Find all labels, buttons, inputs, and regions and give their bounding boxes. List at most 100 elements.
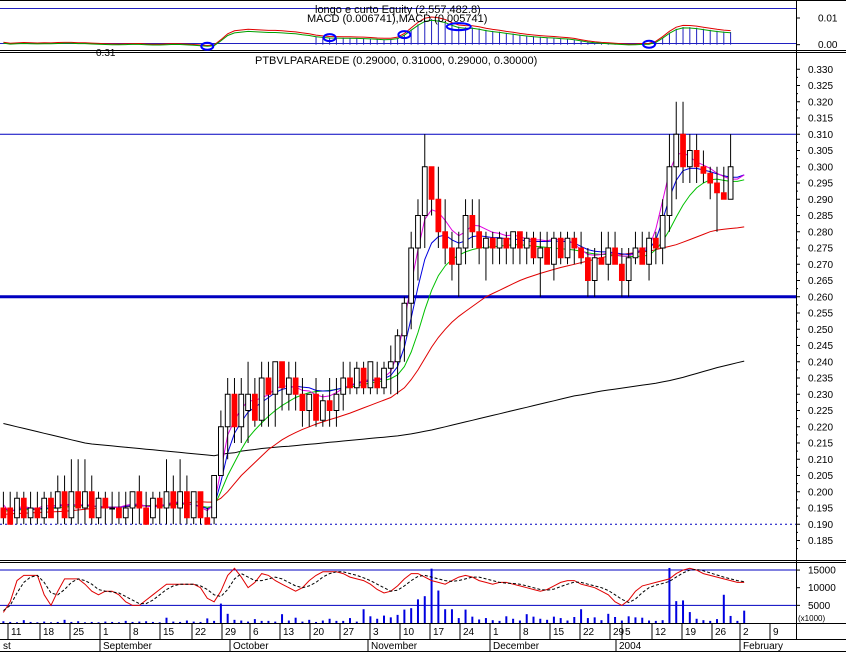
- candle-body: [401, 302, 408, 337]
- price-tick-label: 0.210: [808, 455, 833, 466]
- price-tick-label: 0.285: [808, 211, 833, 222]
- candle: [258, 361, 265, 427]
- candle: [102, 491, 109, 525]
- candle-body: [557, 237, 564, 259]
- candle-body: [476, 231, 483, 249]
- x-day-tick-label: 29: [613, 627, 625, 638]
- price-y-axis: 0.330 0.325 0.320 0.315 0.310 0.305 0.300 0.295…: [796, 65, 833, 550]
- candle: [598, 231, 605, 265]
- candle: [551, 231, 557, 281]
- candle-body: [442, 231, 449, 249]
- x-month-label: 2004: [619, 641, 642, 652]
- x-day-tick-label: 9: [773, 627, 779, 638]
- candle: [129, 491, 136, 525]
- candle: [564, 231, 571, 265]
- candle-body: [20, 497, 27, 519]
- candle: [272, 361, 279, 427]
- x-month-label: February: [743, 641, 783, 652]
- candle: [727, 134, 734, 200]
- price-tick-label: 0.195: [808, 504, 833, 515]
- x-day-tick-label: 5: [625, 627, 631, 638]
- candle-body: [170, 491, 177, 509]
- price-tick-label: 0.275: [808, 244, 833, 255]
- candle: [666, 134, 673, 232]
- candle: [163, 459, 170, 525]
- macd-y-axis: 0.01 0.00: [796, 14, 838, 51]
- candle-body: [258, 377, 265, 421]
- candle: [319, 394, 326, 427]
- candle-body: [251, 393, 258, 421]
- price-tick-label: 0.305: [808, 146, 833, 157]
- price-tick-label: 0.315: [808, 114, 833, 125]
- candle: [279, 361, 285, 411]
- candle-body: [462, 215, 469, 249]
- candle: [197, 491, 204, 525]
- candle-body: [116, 507, 122, 519]
- candle: [612, 231, 618, 265]
- candle-body: [693, 150, 700, 168]
- candle-body: [387, 361, 394, 369]
- price-tick-label: 0.235: [808, 374, 833, 385]
- panel-frames: [0, 0, 846, 652]
- candle-body: [585, 257, 591, 281]
- candle-body: [340, 377, 347, 395]
- candle: [381, 361, 387, 395]
- x-axis: 11 18 25 1 8 15 22 29 6 13 20 27 3 10 17 24 1 8 15 22 29 5 12 1…: [3, 624, 783, 652]
- candle-body: [245, 393, 251, 411]
- x-day-tick-label: 17: [433, 627, 445, 638]
- candle-body: [618, 263, 625, 281]
- candle-body: [143, 507, 149, 525]
- candle: [177, 459, 183, 525]
- candle: [245, 361, 251, 443]
- candle-body: [639, 247, 646, 265]
- candle-body: [48, 497, 54, 519]
- x-month-label: December: [493, 641, 540, 652]
- candle-body: [333, 393, 340, 411]
- candle: [299, 378, 306, 427]
- candle: [680, 101, 686, 183]
- candle: [34, 491, 41, 525]
- candle-body: [347, 377, 353, 389]
- macd-tick-label: 0.00: [818, 40, 838, 51]
- candle: [693, 134, 700, 183]
- candle-body: [211, 475, 217, 519]
- moving-averages: [3, 151, 745, 515]
- candle-body: [517, 231, 523, 249]
- candle-body: [279, 361, 285, 389]
- x-day-tick-label: 1: [493, 627, 499, 638]
- candle: [204, 508, 211, 525]
- candle: [285, 361, 292, 411]
- oscillator-panel: 15000 10000 5000 (x1000): [0, 566, 836, 623]
- candle: [639, 231, 646, 265]
- candle: [408, 231, 415, 330]
- candle-body: [564, 237, 571, 259]
- price-tick-label: 0.230: [808, 390, 833, 401]
- candle-body: [652, 237, 659, 249]
- candle-body: [537, 247, 544, 259]
- candle-body: [530, 237, 537, 259]
- moving-average-0: [3, 360, 745, 457]
- candle: [585, 248, 591, 297]
- candle: [82, 459, 88, 525]
- candle: [14, 491, 20, 525]
- price-tick-label: 0.190: [808, 520, 833, 531]
- candle-body: [367, 361, 374, 389]
- x-day-tick-label: 20: [313, 627, 325, 638]
- candle-body: [136, 491, 143, 509]
- candle: [489, 231, 496, 265]
- x-day-tick-label: 15: [163, 627, 175, 638]
- candle-body: [700, 166, 707, 174]
- candle: [483, 231, 489, 281]
- price-tick-label: 0.265: [808, 276, 833, 287]
- candle: [333, 378, 340, 427]
- volume-bars: [2, 567, 746, 623]
- candle: [503, 231, 510, 265]
- candle-body: [605, 247, 612, 265]
- candle: [428, 166, 435, 216]
- candle: [251, 378, 258, 427]
- candle-body: [394, 335, 401, 363]
- oscillator-tick-label: 10000: [808, 583, 836, 594]
- candle-body: [659, 215, 666, 249]
- candle-body: [41, 497, 48, 519]
- candle-body: [408, 247, 415, 304]
